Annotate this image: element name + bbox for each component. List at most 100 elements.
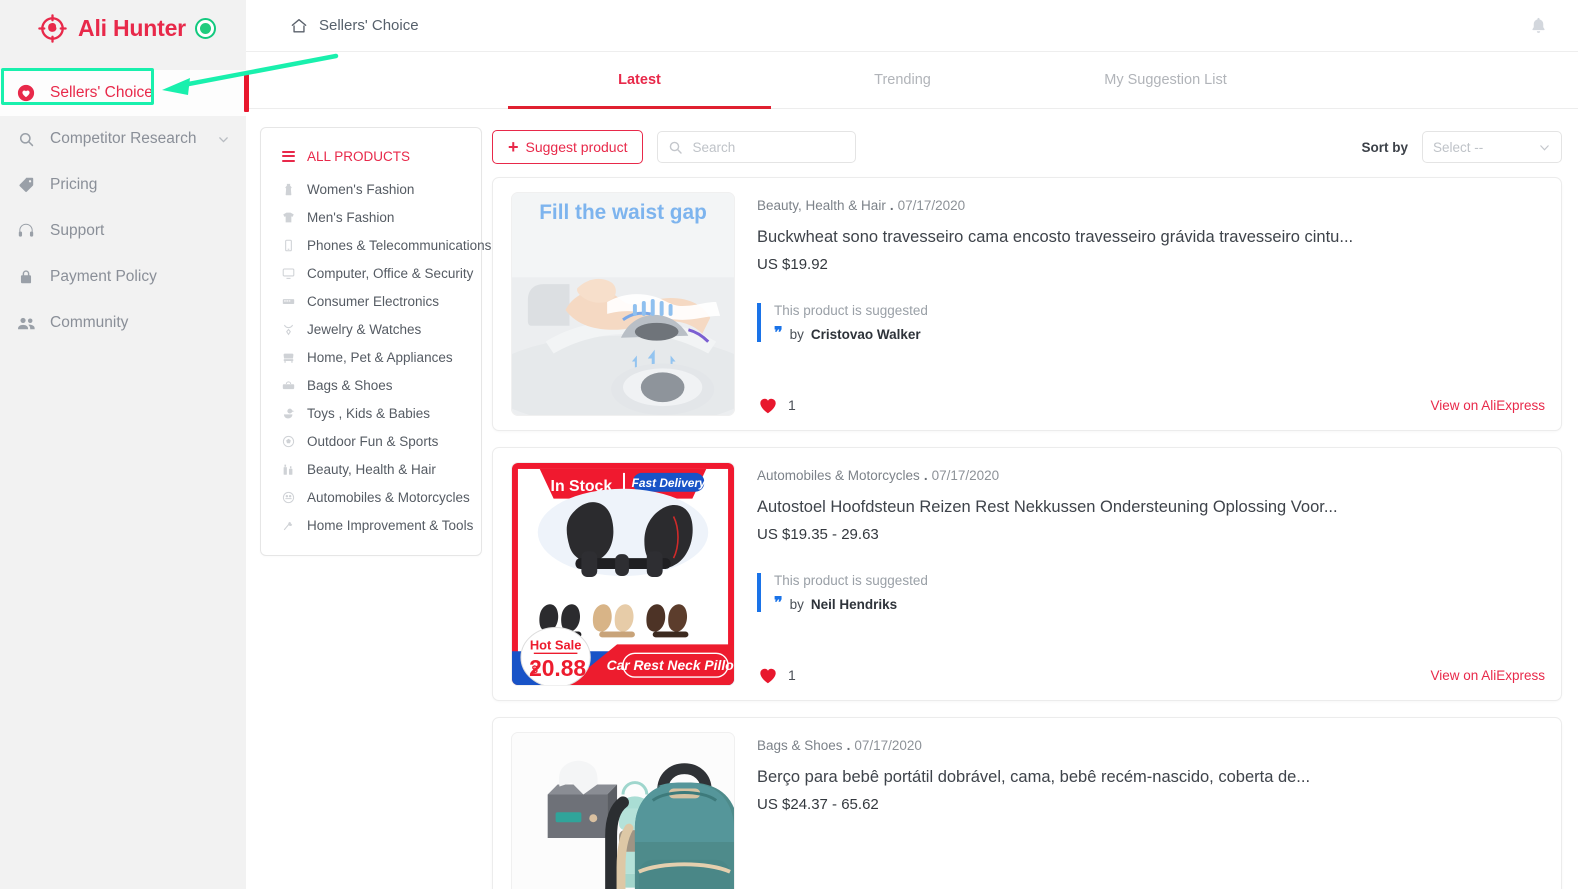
meta-separator: . — [923, 468, 928, 483]
sidebar-item-competitor-research[interactable]: Competitor Research — [0, 116, 246, 162]
list-toolbar: + Suggest product Sort by — [492, 127, 1562, 167]
product-list-column: + Suggest product Sort by — [492, 127, 1578, 889]
category-label: Home Improvement & Tools — [307, 517, 474, 533]
category-item-toys-kids-babies[interactable]: Toys , Kids & Babies — [261, 399, 481, 427]
suggestion-author: Neil Hendriks — [810, 596, 898, 612]
content-area: ALL PRODUCTS Women's Fashion Men's Fashi… — [246, 109, 1578, 889]
sort-by-select[interactable]: Select -- — [1422, 131, 1562, 163]
category-item-jewelry-watches[interactable]: Jewelry & Watches — [261, 315, 481, 343]
app-root: Ali Hunter Sellers' Choice Competitor Re… — [0, 0, 1578, 889]
category-item-mens-fashion[interactable]: Men's Fashion — [261, 203, 481, 231]
heart-icon[interactable] — [757, 664, 779, 686]
breadcrumb[interactable]: Sellers' Choice — [290, 17, 419, 35]
category-item-home-improvement-tools[interactable]: Home Improvement & Tools — [261, 511, 481, 539]
suggest-product-label: Suggest product — [525, 139, 628, 155]
category-item-computer-office-security[interactable]: Computer, Office & Security — [261, 259, 481, 287]
by-prefix: by — [789, 326, 804, 342]
product-card[interactable]: Bags & Shoes. 07/17/2020 Berço para bebê … — [492, 717, 1562, 889]
category-item-womens-fashion[interactable]: Women's Fashion — [261, 175, 481, 203]
sidebar-item-label: Competitor Research — [50, 130, 197, 147]
bag-icon — [281, 379, 296, 392]
category-item-all-products[interactable]: ALL PRODUCTS — [261, 142, 481, 170]
chevron-down-icon[interactable] — [217, 133, 230, 146]
category-label: Women's Fashion — [307, 181, 415, 197]
category-item-phones-telecommunications[interactable]: Phones & Telecommunications — [261, 231, 491, 259]
tshirt-icon — [281, 211, 296, 224]
product-price: US $19.35 - 29.63 — [757, 526, 879, 543]
tab-bar: Latest Trending My Suggestion List — [246, 52, 1578, 109]
online-status-dot — [194, 17, 216, 39]
category-label: Toys , Kids & Babies — [307, 405, 431, 421]
svg-text:Car Rest Neck Pillow: Car Rest Neck Pillow — [607, 657, 734, 673]
duck-icon — [281, 407, 296, 420]
product-title[interactable]: Berço para bebê portátil dobrável, cama,… — [757, 768, 1545, 787]
product-date: 07/17/2020 — [931, 468, 1000, 483]
search-box[interactable] — [657, 131, 857, 163]
device-icon — [281, 295, 296, 308]
tag-icon — [16, 175, 36, 195]
product-price: US $24.37 - 65.62 — [757, 796, 879, 813]
sidebar-item-sellers-choice[interactable]: Sellers' Choice — [0, 70, 249, 116]
brand-logo-area[interactable]: Ali Hunter — [0, 0, 246, 56]
sidebar: Ali Hunter Sellers' Choice Competitor Re… — [0, 0, 249, 889]
product-title[interactable]: Autostoel Hoofdsteun Reizen Rest Nekkuss… — [757, 498, 1545, 517]
breadcrumb-label: Sellers' Choice — [319, 17, 419, 34]
category-label: Consumer Electronics — [307, 293, 440, 309]
view-on-aliexpress-link[interactable]: View on AliExpress — [1430, 398, 1545, 413]
product-cards: Fill the waist gap Beauty, Health & Hair… — [492, 177, 1562, 889]
product-date: 07/17/2020 — [897, 198, 966, 213]
product-date: 07/17/2020 — [854, 738, 922, 753]
sidebar-item-pricing[interactable]: Pricing — [0, 162, 246, 208]
product-title[interactable]: Buckwheat sono travesseiro cama encosto … — [757, 228, 1545, 247]
like-count: 1 — [788, 667, 796, 683]
tool-icon — [281, 519, 296, 532]
category-label: Men's Fashion — [307, 209, 395, 225]
search-icon — [16, 129, 36, 149]
quote-icon: ❞ — [774, 595, 783, 612]
sidebar-item-support[interactable]: Support — [0, 208, 246, 254]
tab-label: Trending — [874, 72, 931, 88]
category-label: Home, Pet & Appliances — [307, 349, 453, 365]
svg-text:Fast Delivery: Fast Delivery — [632, 476, 707, 490]
tab-trending[interactable]: Trending — [771, 52, 1034, 108]
tab-my-suggestion-list[interactable]: My Suggestion List — [1034, 52, 1297, 108]
soccer-ball-icon — [281, 435, 296, 448]
product-image[interactable]: In Stock Fast Delivery Car Rest Neck Pil… — [511, 462, 735, 686]
suggest-product-button[interactable]: + Suggest product — [492, 130, 644, 164]
svg-text:Hot Sale: Hot Sale — [530, 637, 582, 652]
category-item-automobiles-motorcycles[interactable]: Automobiles & Motorcycles — [261, 483, 481, 511]
search-input[interactable] — [692, 139, 846, 155]
suggestion-author: Cristovao Walker — [810, 326, 921, 342]
sidebar-item-payment-policy[interactable]: Payment Policy — [0, 254, 246, 300]
sidebar-item-label: Payment Policy — [50, 268, 157, 285]
product-card[interactable]: In Stock Fast Delivery Car Rest Neck Pil… — [492, 447, 1562, 701]
suggestion-text: This product is suggested — [774, 303, 928, 318]
like-control[interactable]: 1 — [757, 664, 796, 686]
view-on-aliexpress-link[interactable]: View on AliExpress — [1430, 668, 1545, 683]
heart-icon[interactable] — [757, 394, 779, 416]
tab-latest[interactable]: Latest — [508, 52, 771, 109]
bell-icon[interactable] — [1529, 16, 1556, 35]
category-label: ALL PRODUCTS — [307, 148, 411, 164]
category-item-beauty-health-hair[interactable]: Beauty, Health & Hair — [261, 455, 481, 483]
product-image[interactable]: Fill the waist gap — [511, 192, 735, 416]
people-icon — [16, 313, 36, 333]
product-info: Bags & Shoes. 07/17/2020 Berço para bebê … — [757, 732, 1545, 889]
category-item-home-pet-appliances[interactable]: Home, Pet & Appliances — [261, 343, 481, 371]
category-item-consumer-electronics[interactable]: Consumer Electronics — [261, 287, 481, 315]
heart-shield-icon — [16, 83, 36, 103]
category-label: Computer, Office & Security — [307, 265, 474, 281]
suggestion-text: This product is suggested — [774, 573, 928, 588]
product-card[interactable]: Fill the waist gap Beauty, Health & Hair… — [492, 177, 1562, 431]
hamburger-icon — [281, 150, 296, 162]
cosmetics-icon — [281, 463, 296, 476]
category-item-outdoor-fun-sports[interactable]: Outdoor Fun & Sports — [261, 427, 481, 455]
tab-label: Latest — [618, 72, 661, 88]
like-control[interactable]: 1 — [757, 394, 796, 416]
suggestion-author-row: ❞ by Cristovao Walker — [774, 326, 1545, 342]
car-icon — [281, 491, 296, 504]
product-image[interactable] — [511, 732, 735, 889]
product-meta: Automobiles & Motorcycles. 07/17/2020 — [757, 468, 1545, 483]
category-item-bags-shoes[interactable]: Bags & Shoes — [261, 371, 481, 399]
sidebar-item-community[interactable]: Community — [0, 300, 246, 346]
